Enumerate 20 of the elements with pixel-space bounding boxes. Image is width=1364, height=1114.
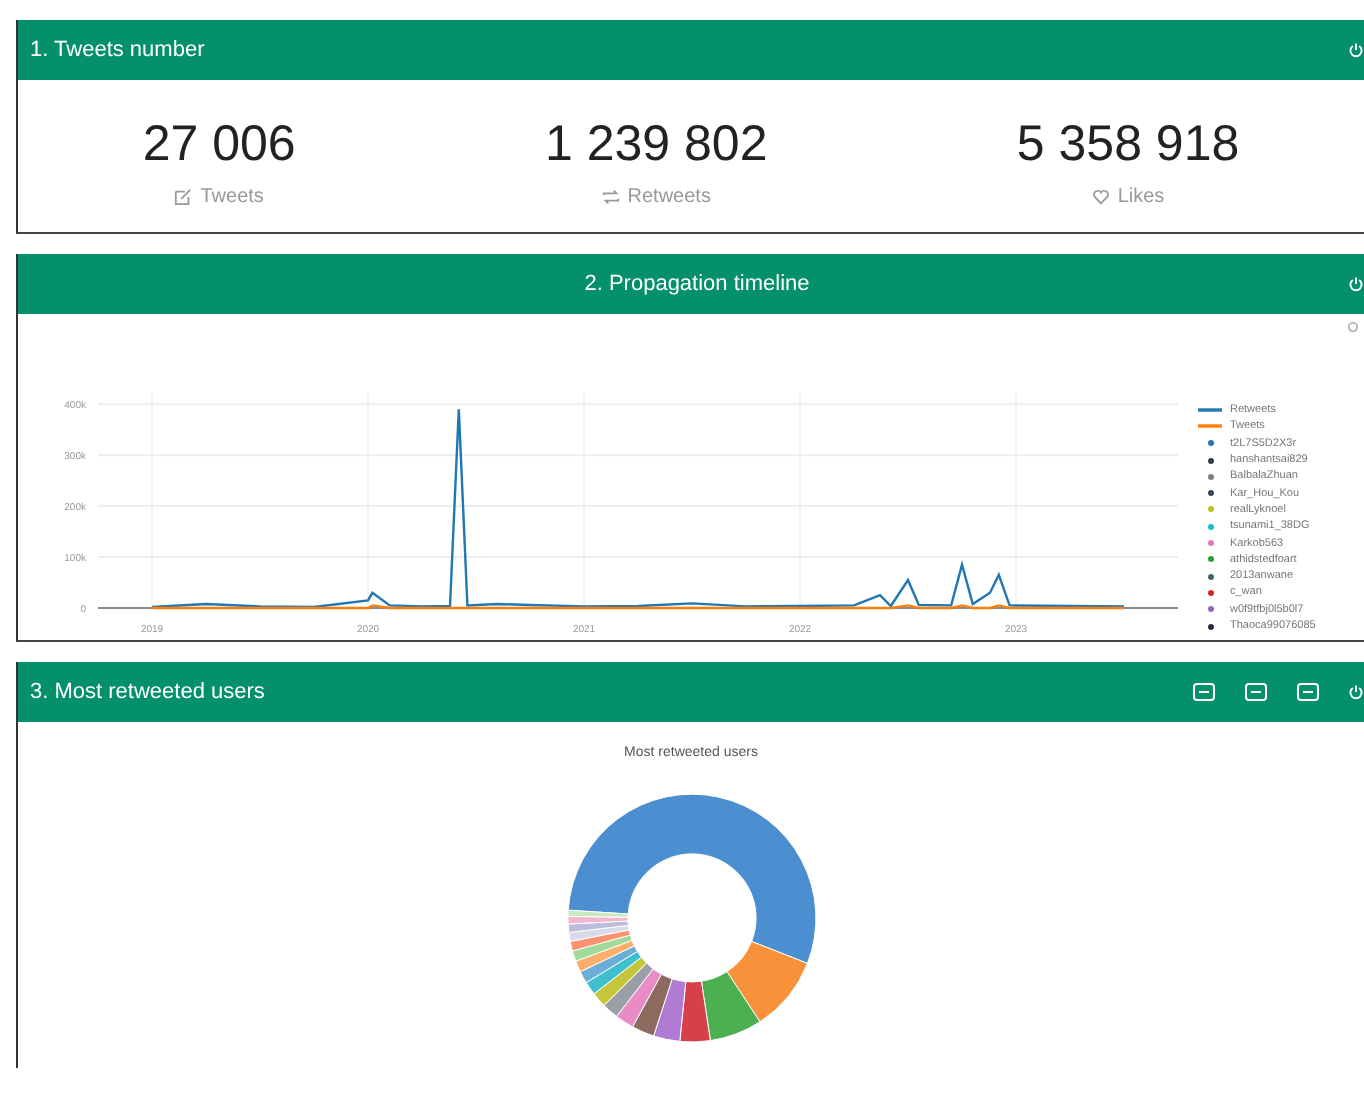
export-table-icon[interactable] [1296,682,1320,702]
panel-title: 1. Tweets number [30,38,205,62]
export-table-icon[interactable] [1244,682,1268,702]
power-icon[interactable] [1348,276,1364,292]
export-table-icon[interactable] [1192,682,1216,702]
stat-label: Tweets [200,186,264,208]
stat-value: 27 006 [142,116,296,174]
panel-title: 3. Most retweeted users [30,680,265,704]
stat-label: Likes [1117,186,1165,208]
panel-title: 2. Propagation timeline [584,272,810,296]
retweet-icon [601,188,620,206]
stat-label: Retweets [627,186,711,208]
legend-line-icon [1198,406,1222,415]
heart-icon [1091,188,1110,206]
edit-icon [174,188,193,206]
power-icon[interactable] [1348,42,1364,58]
stat-value: 1 239 802 [545,116,768,174]
power-icon[interactable] [1348,684,1364,700]
legend-line-icon [1198,422,1222,431]
stat-value: 5 358 918 [1016,116,1240,174]
